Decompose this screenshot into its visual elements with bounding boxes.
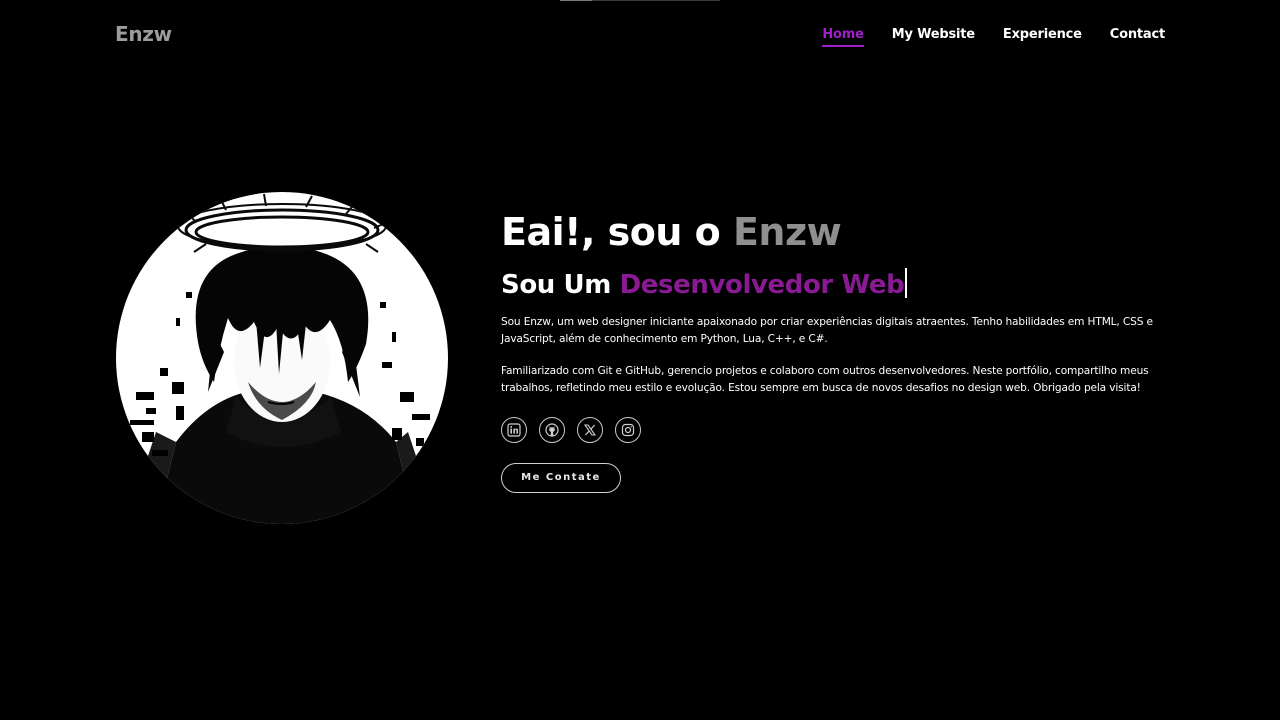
bio-paragraph-2: Familiarizado com Git e GitHub, gerencio… (501, 365, 1149, 395)
hero-greeting: Eai!, sou o Enzw (501, 206, 1166, 258)
instagram-icon (621, 423, 635, 436)
role-highlight: Desenvolvedor Web (619, 270, 905, 300)
github-link[interactable] (539, 416, 565, 443)
profile-illustration (130, 193, 430, 524)
hero-role: Sou Um Desenvolvedor Web (501, 268, 1166, 302)
nav-my-website[interactable]: My Website (892, 27, 975, 47)
nav-experience[interactable]: Experience (1003, 27, 1082, 47)
nav-contact[interactable]: Contact (1110, 27, 1165, 47)
linkedin-icon (507, 423, 521, 437)
instagram-link[interactable] (615, 416, 641, 443)
x-twitter-link[interactable] (577, 416, 603, 443)
site-header: Enzw Home My Website Experience Contact (0, 0, 1280, 72)
site-logo[interactable]: Enzw (115, 22, 172, 46)
profile-avatar (116, 192, 448, 524)
bio-paragraph-1: Sou Enzw, um web designer iniciante apai… (501, 316, 1153, 345)
contact-me-button[interactable]: Me Contate (501, 462, 621, 493)
typing-caret (905, 268, 908, 298)
linkedin-link[interactable] (501, 416, 527, 443)
github-icon (545, 423, 559, 437)
greeting-prefix: Eai!, sou o (501, 210, 733, 254)
x-twitter-icon (583, 424, 597, 436)
hero-section: Eai!, sou o Enzw Sou Um Desenvolvedor We… (501, 206, 1166, 493)
main-nav: Home My Website Experience Contact (822, 27, 1165, 47)
social-links (501, 416, 1166, 443)
greeting-name: Enzw (732, 210, 842, 254)
role-prefix: Sou Um (501, 270, 620, 300)
nav-home[interactable]: Home (822, 27, 864, 47)
